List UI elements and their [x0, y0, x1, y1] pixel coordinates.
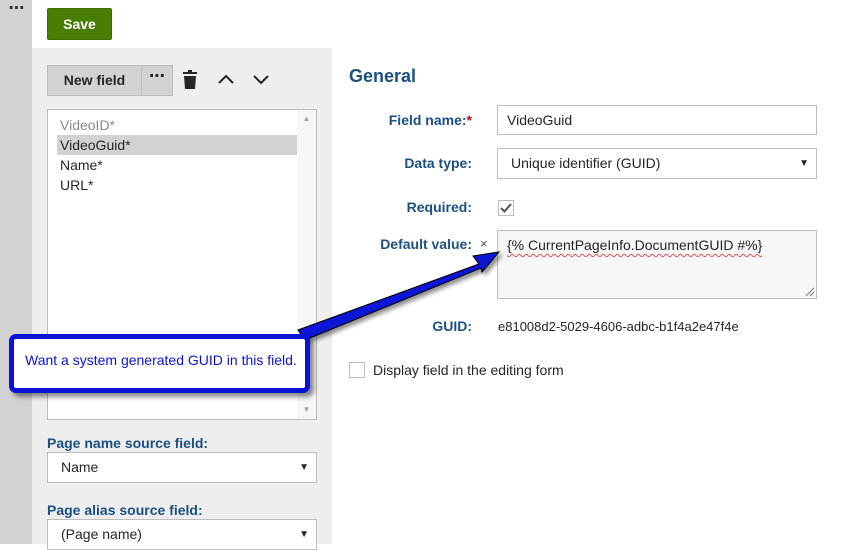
left-rail — [0, 0, 32, 544]
default-value-text: {% CurrentPageInfo.DocumentGUID #%} — [507, 237, 763, 253]
list-item[interactable]: VideoID* — [57, 115, 298, 135]
caret-down-icon: ▼ — [799, 158, 809, 169]
guid-label: GUID: — [432, 318, 472, 334]
trash-icon[interactable] — [179, 69, 201, 91]
list-item[interactable]: Name* — [57, 155, 298, 175]
save-button[interactable]: Save — [47, 8, 112, 40]
page-alias-source-label: Page alias source field: — [47, 502, 203, 518]
required-checkbox[interactable] — [498, 200, 514, 216]
annotation-callout: Want a system generated GUID in this fie… — [9, 334, 310, 393]
select-value: (Page name) — [61, 526, 142, 542]
section-title: General — [349, 66, 417, 86]
rail-menu-icon[interactable]: ⋯ — [6, 1, 26, 18]
scroll-up-icon[interactable]: ▲ — [297, 112, 316, 126]
field-name-input[interactable]: VideoGuid — [497, 105, 817, 135]
caret-down-icon: ▼ — [299, 529, 309, 540]
list-item[interactable]: VideoGuid* — [57, 135, 298, 155]
chevron-up-icon[interactable] — [215, 68, 237, 90]
field-name-label-text: Field name: — [388, 112, 467, 128]
page-alias-source-select[interactable]: (Page name) ▼ — [47, 519, 317, 550]
clear-default-icon[interactable]: × — [480, 237, 492, 251]
display-field-label[interactable]: Display field in the editing form — [373, 362, 564, 378]
default-value-textarea[interactable]: {% CurrentPageInfo.DocumentGUID #%} — [497, 230, 817, 299]
field-name-label: Field name:* — [322, 112, 472, 128]
required-label: Required: — [406, 199, 472, 215]
more-actions-button[interactable]: ⋯ — [141, 65, 173, 96]
new-field-button[interactable]: New field — [47, 65, 141, 96]
guid-value: e81008d2-5029-4606-adbc-b1f4a2e47f4e — [498, 319, 739, 334]
checkmark-icon — [500, 203, 512, 213]
select-value: Unique identifier (GUID) — [511, 155, 661, 171]
display-field-checkbox[interactable] — [349, 362, 365, 378]
page-name-source-label: Page name source field: — [47, 435, 209, 451]
data-type-select[interactable]: Unique identifier (GUID) ▼ — [497, 148, 817, 179]
data-type-label: Data type: — [404, 155, 472, 171]
select-value: Name — [61, 459, 99, 475]
page-name-source-select[interactable]: Name ▼ — [47, 452, 317, 483]
chevron-down-icon[interactable] — [250, 68, 272, 90]
resize-grip-icon[interactable] — [805, 287, 814, 296]
caret-down-icon: ▼ — [299, 462, 309, 473]
required-star: * — [466, 112, 472, 128]
scroll-down-icon[interactable]: ▼ — [297, 403, 316, 417]
list-item[interactable]: URL* — [57, 175, 298, 195]
default-value-label: Default value: — [380, 236, 472, 252]
